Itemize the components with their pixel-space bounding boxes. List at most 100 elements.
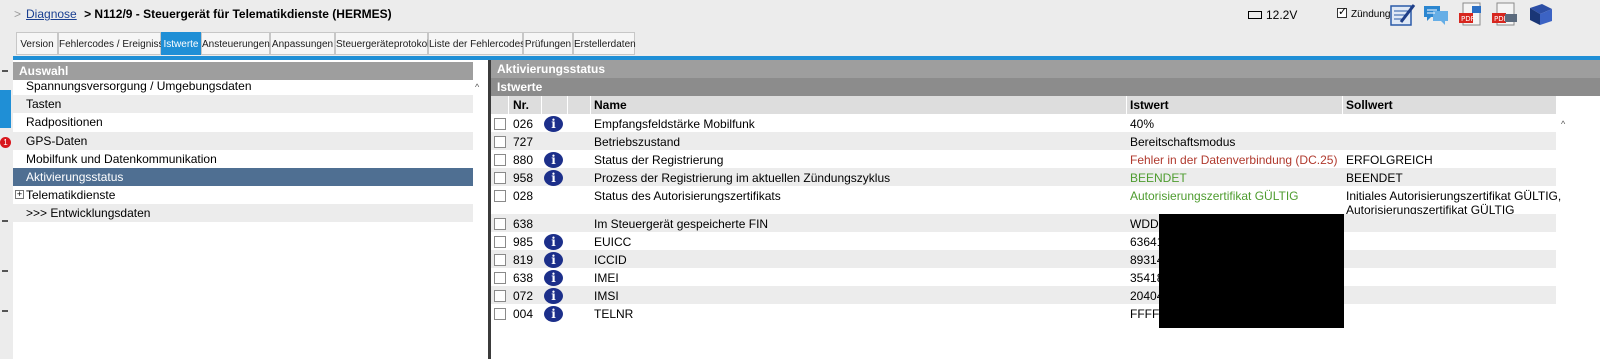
info-icon[interactable]: i bbox=[544, 306, 563, 322]
tab-version[interactable]: Version bbox=[16, 32, 58, 55]
cell-istwert: Autorisierungszertifikat GÜLTIG bbox=[1130, 189, 1299, 203]
table-row[interactable]: 638 i IMEI 35418 bbox=[491, 268, 1556, 286]
strip-marker bbox=[2, 70, 8, 72]
table-row[interactable]: 004 i TELNR FFFF bbox=[491, 304, 1556, 322]
column-header-nr[interactable]: Nr. bbox=[513, 98, 529, 112]
tab-liste-der-fehlercodes[interactable]: Liste der Fehlercodes bbox=[428, 32, 525, 55]
info-icon[interactable]: i bbox=[544, 152, 563, 168]
info-icon[interactable]: i bbox=[544, 252, 563, 268]
values-pane: Aktivierungsstatus Istwerte Nr. Name Ist… bbox=[491, 60, 1600, 359]
column-divider bbox=[541, 96, 542, 114]
selection-item-expandable[interactable]: + Telematikdienste bbox=[13, 186, 473, 204]
table-row[interactable]: 880 i Status der Registrierung Fehler in de… bbox=[491, 150, 1556, 168]
tab-ansteuerungen[interactable]: Ansteuerungen bbox=[201, 32, 270, 55]
chat-bubbles-icon[interactable] bbox=[1422, 2, 1450, 28]
edit-notepad-icon[interactable] bbox=[1388, 2, 1416, 28]
table-row[interactable]: 727 Betriebszustand Bereitschaftsmodus bbox=[491, 132, 1556, 150]
tab-fehlercodes-ereignisse[interactable]: Fehlercodes / Ereignisse bbox=[58, 32, 169, 55]
expand-plus-icon[interactable]: + bbox=[15, 190, 24, 199]
breadcrumb-link-diagnose[interactable]: Diagnose bbox=[26, 7, 77, 21]
manual-book-icon[interactable] bbox=[1526, 2, 1554, 28]
row-checkbox[interactable] bbox=[494, 118, 506, 130]
cell-nr: 026 bbox=[513, 117, 534, 131]
ignition-check-icon bbox=[1337, 5, 1347, 18]
row-checkbox[interactable] bbox=[494, 172, 506, 184]
cell-nr: 819 bbox=[513, 253, 534, 267]
cell-nr: 727 bbox=[513, 135, 534, 149]
breadcrumb-arrow: > bbox=[84, 7, 92, 21]
page-title: > N112/9 - Steuergerät für Telematikdien… bbox=[84, 7, 392, 21]
row-checkbox[interactable] bbox=[494, 254, 506, 266]
column-divider bbox=[567, 96, 568, 114]
info-icon[interactable]: i bbox=[544, 270, 563, 286]
info-icon[interactable]: i bbox=[544, 116, 563, 132]
table-row[interactable]: 958 i Prozess der Registrierung im aktuell… bbox=[491, 168, 1556, 186]
row-checkbox[interactable] bbox=[494, 308, 506, 320]
cell-nr: 072 bbox=[513, 289, 534, 303]
cell-nr: 638 bbox=[513, 271, 534, 285]
tab-bar: Version Fehlercodes / Ereignisse Istwert… bbox=[13, 30, 1600, 56]
selection-item[interactable]: >>> Entwicklungsdaten bbox=[13, 204, 473, 222]
strip-marker bbox=[2, 270, 8, 272]
values-pane-title: Aktivierungsstatus bbox=[491, 60, 1600, 78]
cell-nr: 028 bbox=[513, 189, 534, 203]
tab-pruefungen[interactable]: Prüfungen bbox=[523, 32, 573, 55]
pdf-print-icon[interactable]: PDF bbox=[1490, 2, 1518, 28]
selection-item[interactable]: GPS-Daten bbox=[13, 132, 473, 150]
app-window: > Diagnose > N112/9 - Steuergerät für Tel… bbox=[0, 0, 1600, 359]
row-checkbox[interactable] bbox=[494, 272, 506, 284]
cell-name: EUICC bbox=[594, 235, 632, 249]
selection-item[interactable]: Spannungsversorgung / Umgebungsdaten bbox=[13, 77, 473, 95]
column-header-name[interactable]: Name bbox=[594, 98, 627, 112]
notification-badge[interactable]: 1 bbox=[0, 137, 11, 148]
row-checkbox[interactable] bbox=[494, 290, 506, 302]
scroll-up-icon[interactable]: ^ bbox=[475, 82, 485, 92]
breadcrumb-separator: > bbox=[14, 7, 22, 21]
row-checkbox[interactable] bbox=[494, 154, 506, 166]
selection-item[interactable]: Radpositionen bbox=[13, 113, 473, 131]
scroll-up-icon[interactable]: ^ bbox=[1561, 119, 1571, 129]
info-icon[interactable]: i bbox=[544, 288, 563, 304]
cell-istwert: FFFF bbox=[1130, 307, 1160, 321]
tab-erstellerdaten[interactable]: Erstellerdaten bbox=[573, 32, 636, 55]
table-row[interactable]: 985 i EUICC 63641 bbox=[491, 232, 1556, 250]
column-header-istwert[interactable]: Istwert bbox=[1130, 98, 1169, 112]
strip-marker bbox=[2, 220, 8, 222]
cell-name: Status der Registrierung bbox=[594, 153, 724, 167]
table-row[interactable]: 819 i ICCID 89314 bbox=[491, 250, 1556, 268]
cell-istwert: Bereitschaftsmodus bbox=[1130, 135, 1236, 149]
table-row[interactable]: 638 Im Steuergerät gespeicherte FIN WDD bbox=[491, 214, 1556, 232]
info-icon[interactable]: i bbox=[544, 234, 563, 250]
ignition-status[interactable]: Zündung bbox=[1337, 5, 1390, 20]
row-checkbox[interactable] bbox=[494, 190, 506, 202]
cell-name: IMSI bbox=[594, 289, 619, 303]
selection-item[interactable]: Tasten bbox=[13, 95, 473, 113]
cell-nr: 880 bbox=[513, 153, 534, 167]
cell-name: Im Steuergerät gespeicherte FIN bbox=[594, 217, 769, 231]
tab-anpassungen[interactable]: Anpassungen bbox=[270, 32, 335, 55]
tab-istwerte[interactable]: Istwerte bbox=[161, 32, 201, 55]
selection-item-selected[interactable]: Aktivierungsstatus bbox=[13, 168, 473, 186]
column-divider bbox=[590, 96, 591, 114]
cell-sollwert: ERFOLGREICH bbox=[1346, 153, 1433, 167]
table-row[interactable]: 072 i IMSI 20404 bbox=[491, 286, 1556, 304]
battery-status: 12.2V bbox=[1248, 8, 1297, 22]
battery-icon bbox=[1248, 11, 1262, 19]
pdf-export-icon[interactable]: PDF bbox=[1456, 2, 1484, 28]
tab-steuergeraeteprotokoll[interactable]: Steuergeräteprotokoll bbox=[335, 32, 432, 55]
cell-sollwert: BEENDET bbox=[1346, 171, 1403, 185]
info-icon[interactable]: i bbox=[544, 170, 563, 186]
cell-name: IMEI bbox=[594, 271, 619, 285]
cell-name: Status des Autorisierungszertifikats bbox=[594, 189, 781, 203]
cell-name: Prozess der Registrierung im aktuellen Z… bbox=[594, 171, 891, 185]
table-row[interactable]: 028 Status des Autorisierungszertifikats A… bbox=[491, 186, 1561, 217]
cell-name: ICCID bbox=[594, 253, 627, 267]
selection-item[interactable]: Mobilfunk und Datenkommunikation bbox=[13, 150, 473, 168]
column-header-sollwert[interactable]: Sollwert bbox=[1346, 98, 1393, 112]
row-checkbox[interactable] bbox=[494, 218, 506, 230]
row-checkbox[interactable] bbox=[494, 236, 506, 248]
table-row[interactable]: 026 i Empfangsfeldstärke Mobilfunk 40% bbox=[491, 114, 1556, 132]
cell-sollwert: Initiales Autorisierungszertifikat GÜLTI… bbox=[1346, 189, 1561, 217]
side-tab-active[interactable] bbox=[0, 90, 11, 128]
row-checkbox[interactable] bbox=[494, 136, 506, 148]
